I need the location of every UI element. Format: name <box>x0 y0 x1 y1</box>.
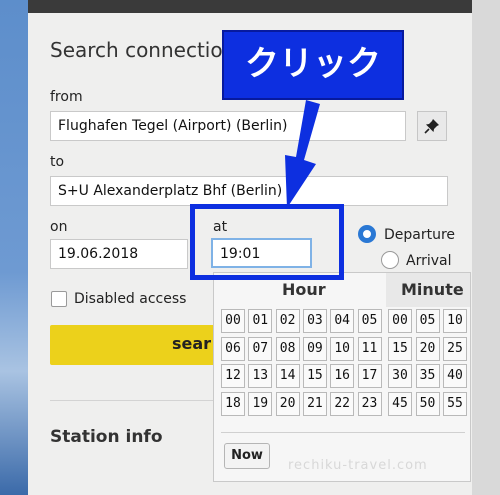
annotation-arrow <box>285 100 320 208</box>
watermark: rechiku-travel.com <box>288 458 428 473</box>
